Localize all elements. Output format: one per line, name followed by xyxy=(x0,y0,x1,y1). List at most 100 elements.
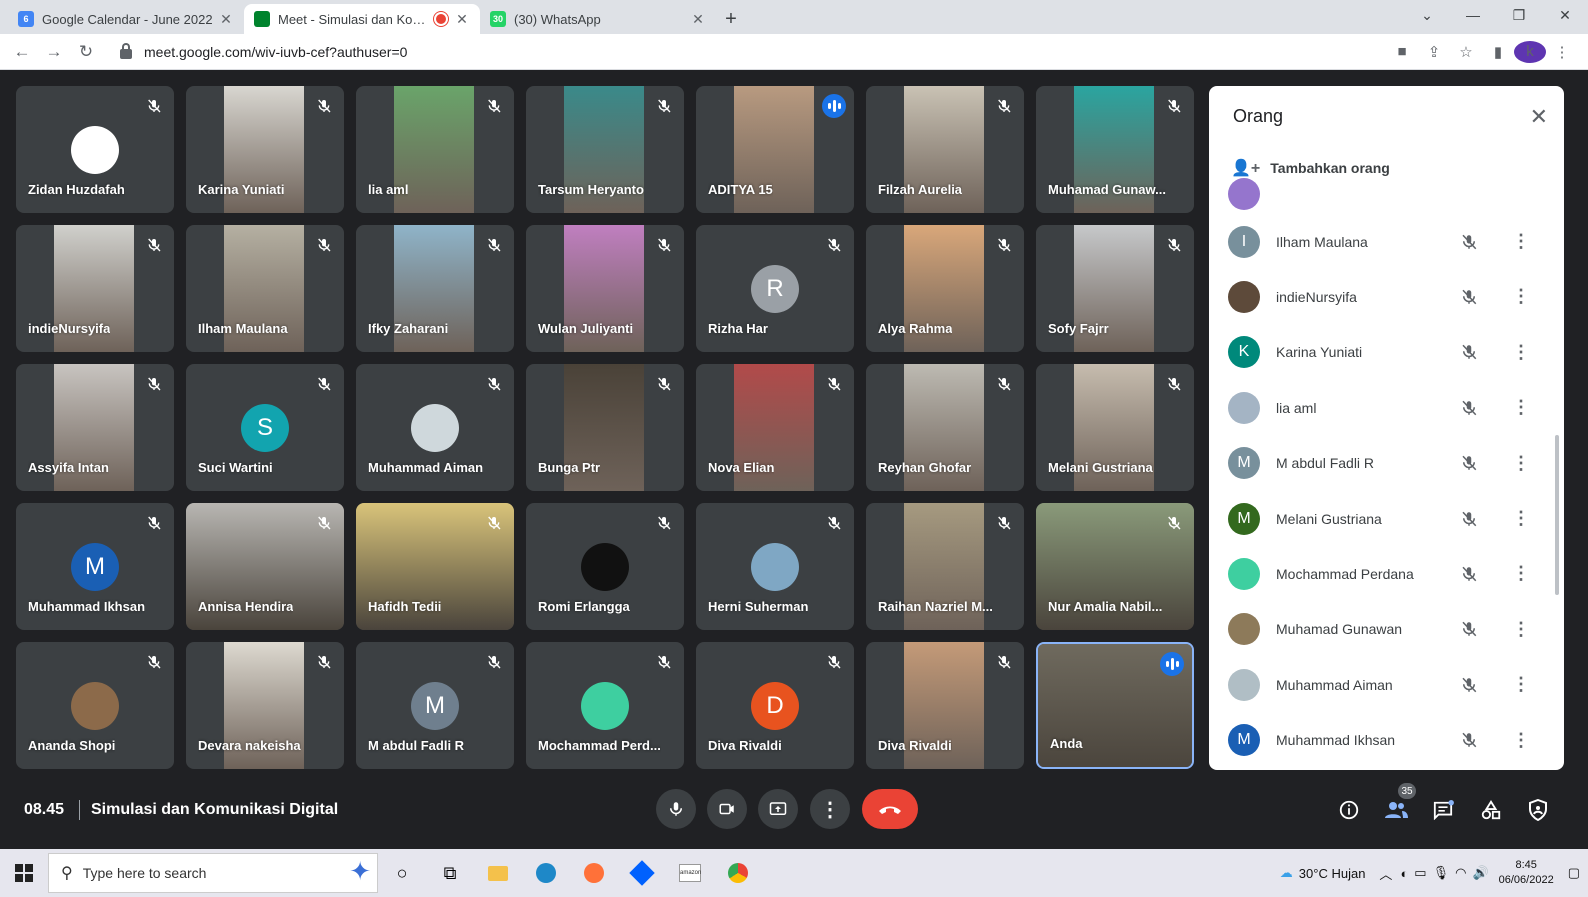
participant-tile[interactable]: Annisa Hendira xyxy=(186,503,344,630)
browser-tab[interactable]: 30 (30) WhatsApp ✕ xyxy=(480,4,716,34)
more-options-icon[interactable]: ⋮ xyxy=(1512,286,1530,307)
taskbar-clock[interactable]: 8:45 06/06/2022 xyxy=(1499,858,1554,888)
list-item[interactable]: Muhamad Gunawan ⋮ xyxy=(1209,602,1549,657)
close-panel-icon[interactable]: ✕ xyxy=(1530,104,1548,130)
people-icon[interactable] xyxy=(1384,798,1408,822)
leave-call-button[interactable] xyxy=(862,789,918,829)
notification-icon[interactable]: ▢ xyxy=(1568,865,1580,881)
participant-tile[interactable]: Ifky Zaharani xyxy=(356,225,514,352)
list-item[interactable]: I Ilham Maulana ⋮ xyxy=(1209,214,1549,269)
participant-tile[interactable]: M M abdul Fadli R xyxy=(356,642,514,769)
camera-icon[interactable]: ■ xyxy=(1386,43,1418,60)
dropbox-icon[interactable] xyxy=(618,853,666,893)
wifi-icon[interactable]: ◠ xyxy=(1455,865,1466,881)
browser-tab[interactable]: Meet - Simulasi dan Komunik ✕ xyxy=(244,4,480,34)
more-options-icon[interactable]: ⋮ xyxy=(1512,342,1530,363)
firefox-icon[interactable] xyxy=(570,853,618,893)
list-item[interactable]: lia aml ⋮ xyxy=(1209,380,1549,435)
chat-icon[interactable] xyxy=(1431,798,1455,822)
participant-tile[interactable]: Ananda Shopi xyxy=(16,642,174,769)
back-button[interactable]: ← xyxy=(6,42,38,62)
participant-tile[interactable]: Ilham Maulana xyxy=(186,225,344,352)
new-tab-button[interactable]: + xyxy=(716,4,746,34)
file-explorer-icon[interactable] xyxy=(474,853,522,893)
more-options-icon[interactable]: ⋮ xyxy=(1512,563,1530,584)
mic-button[interactable] xyxy=(656,789,696,829)
participant-tile[interactable]: Melani Gustriana xyxy=(1036,364,1194,491)
volume-icon[interactable]: 🔊 xyxy=(1472,865,1488,881)
mic-off-icon[interactable] xyxy=(1460,510,1478,528)
participant-tile[interactable]: Muhamad Gunaw... xyxy=(1036,86,1194,213)
browser-tab[interactable]: 6 Google Calendar - June 2022 ✕ xyxy=(8,4,244,34)
taskbar-search-input[interactable]: ⚲ Type here to search ✦ xyxy=(48,853,378,893)
tray-chevron-icon[interactable]: ︿ xyxy=(1379,864,1392,883)
chrome-icon[interactable] xyxy=(714,853,762,893)
windows-start-button[interactable] xyxy=(0,864,48,882)
participant-tile[interactable]: Anda xyxy=(1036,642,1194,769)
list-item[interactable]: indieNursyifa ⋮ xyxy=(1209,269,1549,324)
more-options-button[interactable]: ⋮ xyxy=(810,789,850,829)
mic-off-icon[interactable] xyxy=(1460,233,1478,251)
profile-avatar[interactable]: k xyxy=(1514,40,1546,63)
list-item[interactable]: M M abdul Fadli R ⋮ xyxy=(1209,436,1549,491)
participant-tile[interactable]: Reyhan Ghofar xyxy=(866,364,1024,491)
participant-tile[interactable]: ADITYA 15 xyxy=(696,86,854,213)
mic-off-icon[interactable] xyxy=(1460,288,1478,306)
forward-button[interactable]: → xyxy=(38,42,70,62)
list-item[interactable]: Muhammad Aiman ⋮ xyxy=(1209,657,1549,712)
list-item[interactable]: Mochammad Perdana ⋮ xyxy=(1209,546,1549,601)
camera-button[interactable] xyxy=(707,789,747,829)
mic-off-icon[interactable] xyxy=(1460,343,1478,361)
task-view-icon[interactable]: ⧉ xyxy=(426,853,474,893)
participant-tile[interactable]: Hafidh Tedii xyxy=(356,503,514,630)
participant-tile[interactable]: indieNursyifa xyxy=(16,225,174,352)
participant-tile[interactable]: Zidan Huzdafah xyxy=(16,86,174,213)
microphone-tray-icon[interactable]: 🎙 xyxy=(1433,865,1450,881)
host-controls-icon[interactable] xyxy=(1526,798,1550,822)
present-button[interactable] xyxy=(758,789,798,829)
participant-tile[interactable]: lia aml xyxy=(356,86,514,213)
mic-off-icon[interactable] xyxy=(1460,620,1478,638)
participant-tile[interactable]: Muhammad Aiman xyxy=(356,364,514,491)
more-options-icon[interactable]: ⋮ xyxy=(1512,674,1530,695)
participant-tile[interactable]: Nova Elian xyxy=(696,364,854,491)
more-options-icon[interactable]: ⋮ xyxy=(1512,730,1530,751)
participant-tile[interactable]: Filzah Aurelia xyxy=(866,86,1024,213)
mic-off-icon[interactable] xyxy=(1460,454,1478,472)
participant-tile[interactable]: Tarsum Heryanto xyxy=(526,86,684,213)
participant-tile[interactable]: R Rizha Har xyxy=(696,225,854,352)
mic-off-icon[interactable] xyxy=(1460,399,1478,417)
activities-icon[interactable] xyxy=(1479,798,1503,822)
weather-text[interactable]: 30°C Hujan xyxy=(1299,866,1366,881)
more-options-icon[interactable]: ⋮ xyxy=(1512,508,1530,529)
reload-button[interactable]: ↻ xyxy=(70,42,102,62)
participant-tile[interactable]: Alya Rahma xyxy=(866,225,1024,352)
close-tab-icon[interactable]: ✕ xyxy=(218,11,234,28)
list-item[interactable]: K Karina Yuniati ⋮ xyxy=(1209,325,1549,380)
list-item[interactable]: M Melani Gustriana ⋮ xyxy=(1209,491,1549,546)
participant-tile[interactable]: Raihan Nazriel M... xyxy=(866,503,1024,630)
amazon-icon[interactable]: amazon xyxy=(666,853,714,893)
participant-tile[interactable]: Assyifa Intan xyxy=(16,364,174,491)
participant-tile[interactable]: Romi Erlangga xyxy=(526,503,684,630)
participant-tile[interactable]: Herni Suherman xyxy=(696,503,854,630)
meet-tray-icon[interactable]: ◐ xyxy=(1400,866,1408,881)
mic-off-icon[interactable] xyxy=(1460,676,1478,694)
share-icon[interactable]: ⇪ xyxy=(1418,43,1450,61)
more-options-icon[interactable]: ⋮ xyxy=(1512,231,1530,252)
edge-icon[interactable] xyxy=(522,853,570,893)
browser-menu-icon[interactable]: ⋮ xyxy=(1546,43,1578,61)
participant-tile[interactable]: Karina Yuniati xyxy=(186,86,344,213)
side-panel-icon[interactable]: ▮ xyxy=(1482,43,1514,61)
mic-off-icon[interactable] xyxy=(1460,731,1478,749)
participant-tile[interactable]: Diva Rivaldi xyxy=(866,642,1024,769)
participant-tile[interactable]: M Muhammad Ikhsan xyxy=(16,503,174,630)
close-tab-icon[interactable]: ✕ xyxy=(690,11,706,28)
participant-tile[interactable]: Sofy Fajrr xyxy=(1036,225,1194,352)
maximize-button[interactable]: ❐ xyxy=(1496,0,1542,30)
cortana-icon[interactable]: ○ xyxy=(378,853,426,893)
meeting-details-icon[interactable] xyxy=(1337,798,1361,822)
participant-tile[interactable]: Mochammad Perd... xyxy=(526,642,684,769)
participant-tile[interactable]: Bunga Ptr xyxy=(526,364,684,491)
more-options-icon[interactable]: ⋮ xyxy=(1512,619,1530,640)
